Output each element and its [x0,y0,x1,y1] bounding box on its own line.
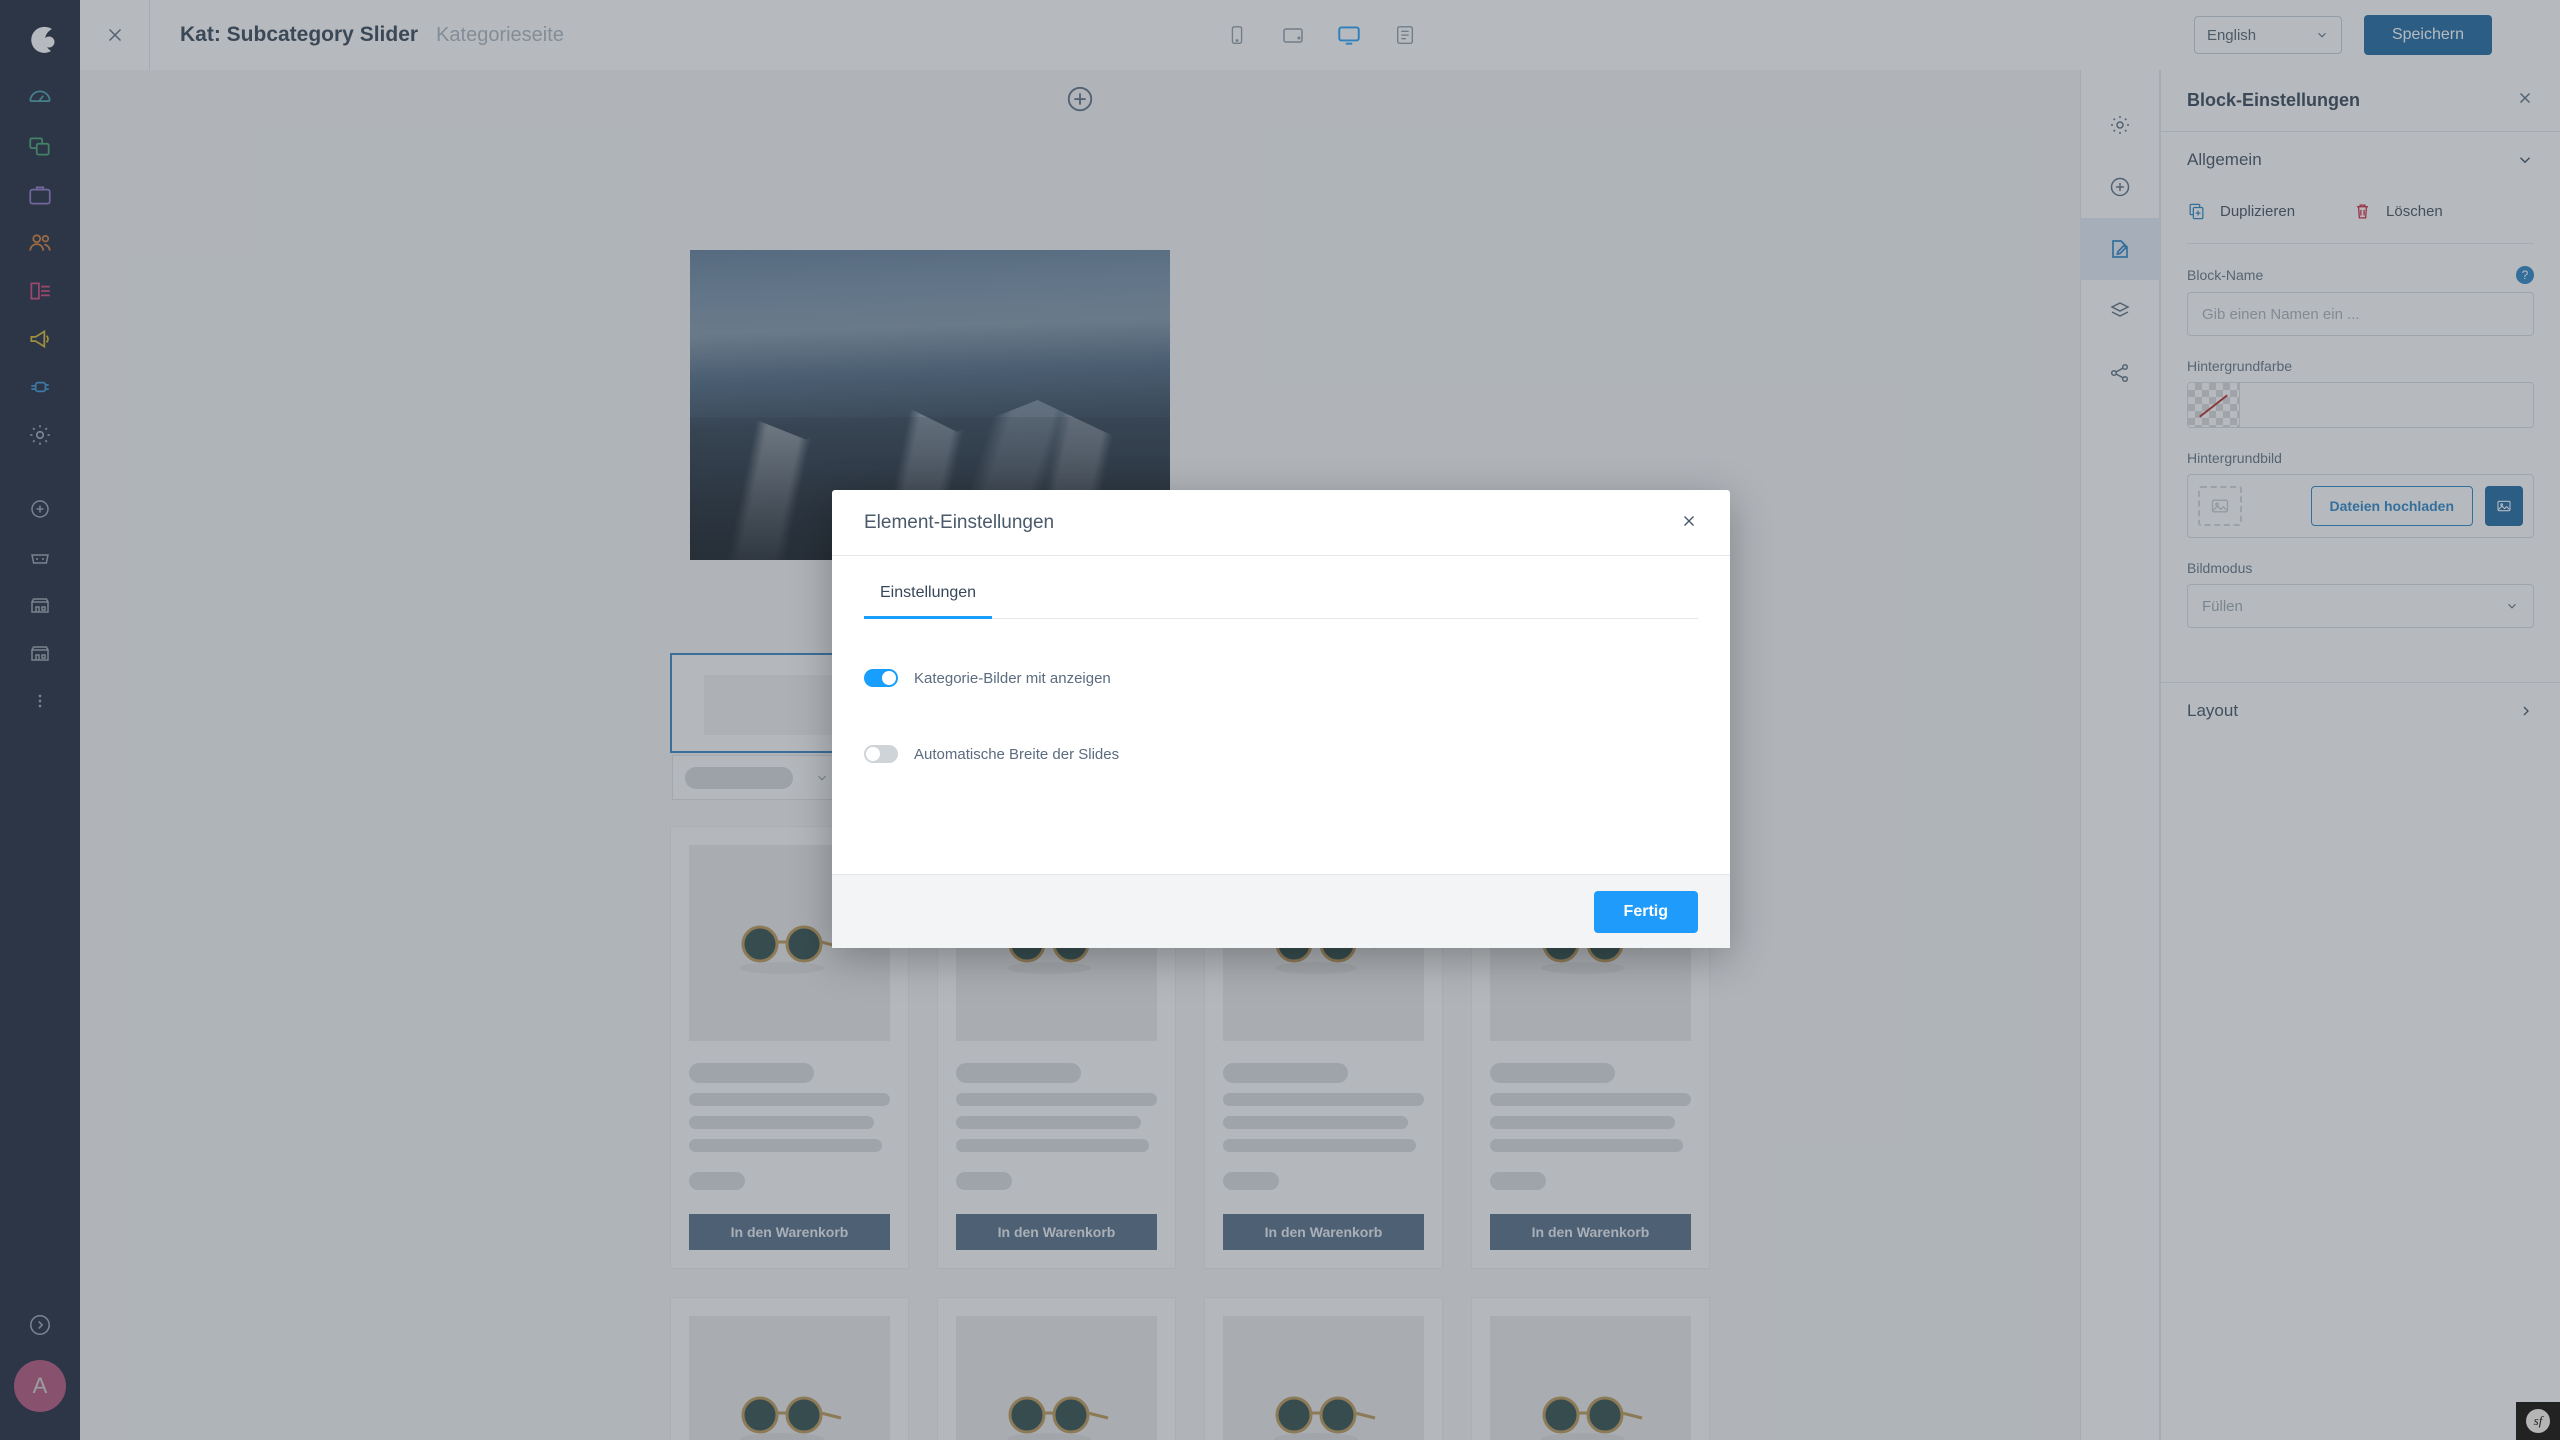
option-automatische-breite-label: Automatische Breite der Slides [914,745,1120,763]
done-button[interactable]: Fertig [1593,890,1698,933]
app-root: A Kat: Subcategory Slider Kategorieseite [0,0,2560,1440]
close-icon[interactable] [1680,512,1698,534]
tab-einstellungen[interactable]: Einstellungen [864,574,993,619]
modal-tabbar: Einstellungen [864,574,1698,619]
modal-footer: Fertig [832,874,1730,948]
option-kategorie-bilder-label: Kategorie-Bilder mit anzeigen [914,669,1111,687]
symfony-debug-badge[interactable]: sf [2516,1402,2560,1440]
symfony-icon: sf [2526,1409,2550,1433]
option-kategorie-bilder: Kategorie-Bilder mit anzeigen [864,669,1698,687]
modal-body: Einstellungen Kategorie-Bilder mit anzei… [832,556,1730,874]
modal-header: Element-Einstellungen [832,490,1730,556]
toggle-kategorie-bilder[interactable] [864,669,898,687]
modal-title: Element-Einstellungen [864,511,1055,533]
option-automatische-breite: Automatische Breite der Slides [864,745,1698,763]
toggle-knob [866,747,880,761]
element-settings-modal: Element-Einstellungen Einstellungen Kate… [832,490,1730,948]
toggle-knob [882,671,896,685]
toggle-automatische-breite[interactable] [864,745,898,763]
